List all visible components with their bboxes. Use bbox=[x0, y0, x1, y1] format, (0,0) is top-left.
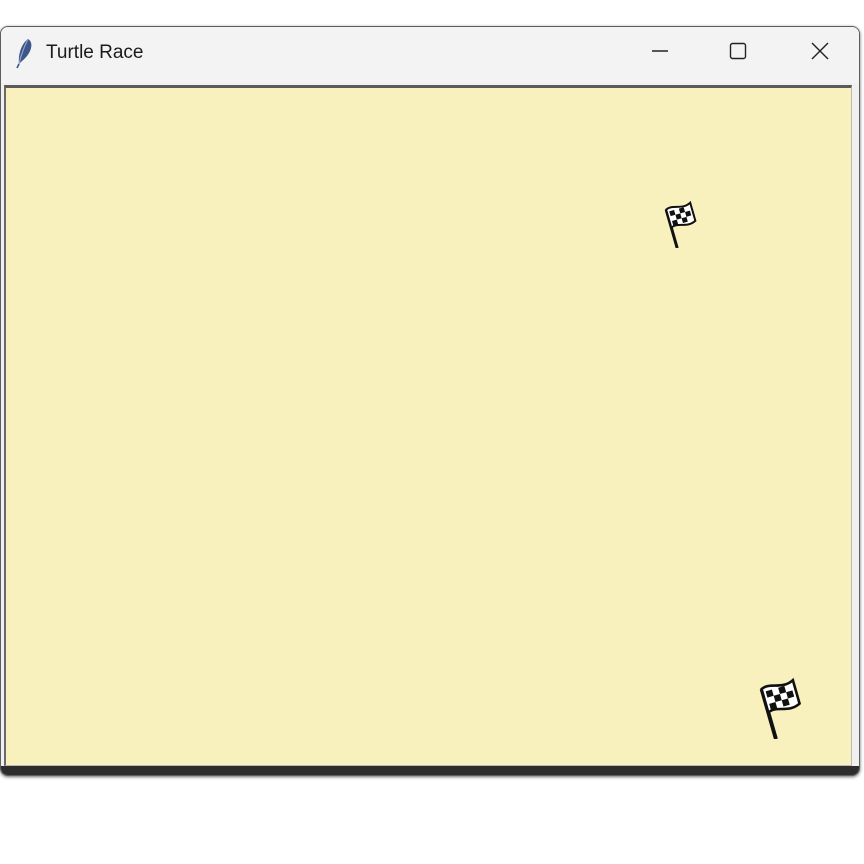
title-bar[interactable]: Turtle Race bbox=[1, 27, 859, 83]
checkered-flag-icon bbox=[751, 674, 816, 740]
close-button[interactable] bbox=[781, 27, 859, 79]
maximize-button[interactable] bbox=[699, 27, 777, 79]
turtle-canvas[interactable] bbox=[4, 85, 852, 766]
close-icon bbox=[811, 42, 829, 65]
feather-icon bbox=[13, 37, 35, 69]
minimize-icon bbox=[651, 42, 669, 65]
checkered-flag-icon bbox=[658, 198, 708, 249]
minimize-button[interactable] bbox=[621, 27, 699, 79]
maximize-icon bbox=[729, 42, 747, 65]
window-bottom-edge bbox=[1, 766, 859, 775]
window-title: Turtle Race bbox=[46, 42, 144, 63]
app-window: Turtle Race bbox=[0, 26, 860, 776]
